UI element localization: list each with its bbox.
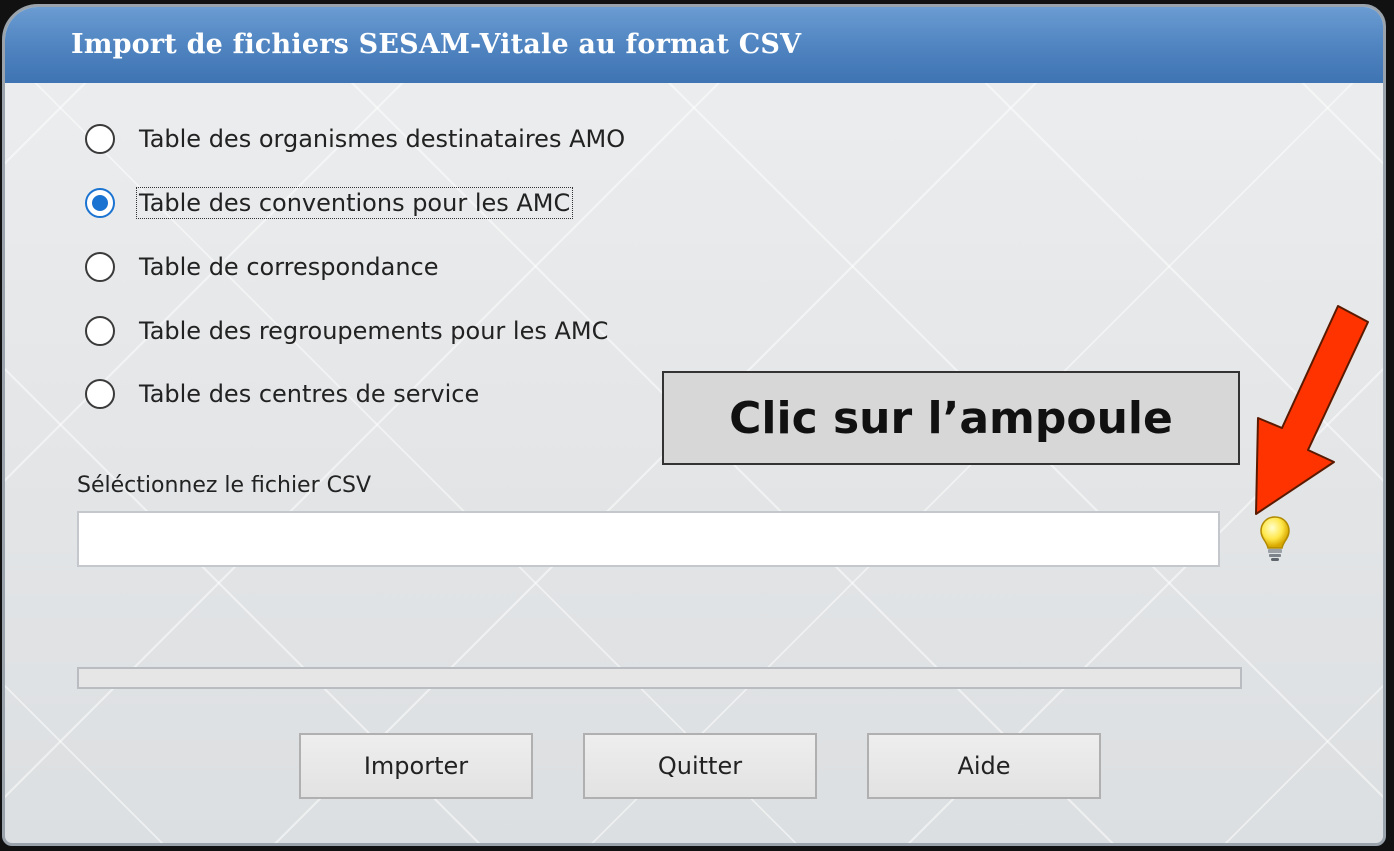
import-button[interactable]: Importer (299, 733, 533, 799)
radio-button[interactable] (85, 316, 115, 346)
annotation-callout: Clic sur l’ampoule (662, 371, 1240, 465)
file-field-label: Séléctionnez le fichier CSV (77, 473, 372, 498)
help-button[interactable]: Aide (867, 733, 1101, 799)
radio-button-checked[interactable] (85, 188, 115, 218)
dialog-title: Import de fichiers SESAM-Vitale au forma… (71, 29, 802, 60)
option-regroupements-amc[interactable]: Table des regroupements pour les AMC (85, 311, 610, 351)
quit-button[interactable]: Quitter (583, 733, 817, 799)
radio-button[interactable] (85, 379, 115, 409)
option-centres-service[interactable]: Table des centres de service (85, 374, 481, 414)
option-conventions-amc[interactable]: Table des conventions pour les AMC (85, 183, 574, 223)
lightbulb-icon[interactable] (1259, 515, 1291, 563)
option-label: Table des centres de service (139, 380, 480, 408)
radio-dot (92, 195, 108, 211)
title-bar: Import de fichiers SESAM-Vitale au forma… (5, 7, 1383, 83)
option-organismes-amo[interactable]: Table des organismes destinataires AMO (85, 119, 627, 159)
option-label: Table des regroupements pour les AMC (139, 317, 609, 345)
option-label: Table de correspondance (139, 253, 439, 281)
arrow-pointer-icon (1255, 305, 1369, 515)
radio-button[interactable] (85, 124, 115, 154)
progress-bar (77, 667, 1242, 689)
option-label: Table des conventions pour les AMC (135, 187, 574, 219)
csv-file-input[interactable] (77, 511, 1220, 567)
option-label: Table des organismes destinataires AMO (139, 125, 626, 153)
option-correspondance[interactable]: Table de correspondance (85, 247, 441, 287)
radio-button[interactable] (85, 252, 115, 282)
